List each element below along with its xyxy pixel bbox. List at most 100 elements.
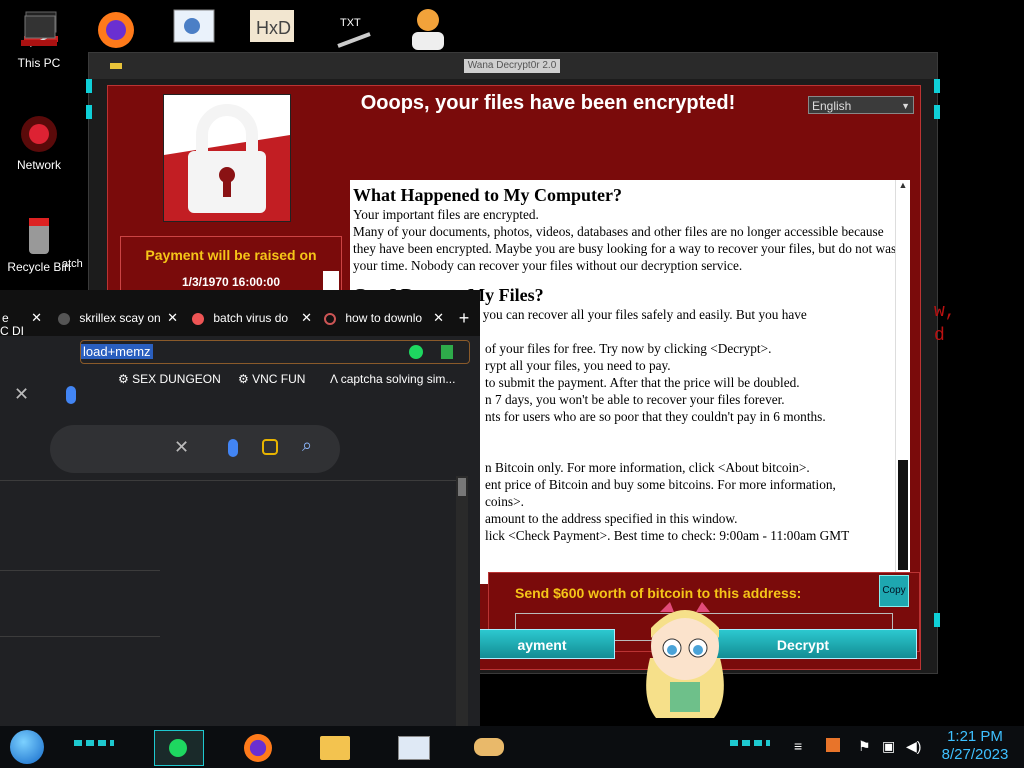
taskbar: ≡ ⚑ ▣ ◀) 1:21 PM 8/27/2023 bbox=[0, 726, 1024, 768]
bookmark-item[interactable]: ⚙ VNC FUN bbox=[238, 372, 305, 386]
language-value: English bbox=[812, 99, 852, 113]
language-select[interactable]: English ▼ bbox=[808, 96, 914, 114]
address-bar-row: C DI load+memz bbox=[0, 324, 480, 366]
svg-text:HxD: HxD bbox=[256, 18, 291, 38]
partial-text: C DI bbox=[0, 324, 24, 338]
app-tray-icon[interactable] bbox=[826, 738, 840, 752]
loading-icon bbox=[324, 312, 336, 325]
monitor-icon bbox=[398, 736, 430, 760]
bookmark-item[interactable]: ⚙ SEX DUNGEON bbox=[118, 372, 221, 386]
tab-label: e bbox=[2, 311, 9, 325]
computer-icon bbox=[21, 15, 57, 46]
divider bbox=[0, 570, 160, 571]
close-icon[interactable]: ✕ bbox=[31, 306, 42, 330]
mic-icon[interactable] bbox=[66, 386, 76, 404]
taskbar-accent bbox=[74, 740, 114, 746]
divider bbox=[0, 480, 456, 481]
address-bar[interactable]: load+memz bbox=[80, 340, 470, 364]
close-icon[interactable]: ✕ bbox=[167, 306, 178, 330]
clock-date: 8/27/2023 bbox=[941, 746, 1009, 763]
browser-window[interactable]: e ✕ skrillex scay on ✕ batch virus do ✕ … bbox=[0, 290, 480, 730]
taskbar-handshake[interactable] bbox=[466, 730, 514, 764]
body-text: Many of your documents, photos, videos, … bbox=[353, 224, 906, 273]
flag-icon[interactable]: ⚑ bbox=[858, 738, 871, 755]
text-scrollbar[interactable]: ▲ ▼ bbox=[895, 180, 910, 584]
google-search-box[interactable]: ✕ ⌕ bbox=[50, 425, 340, 473]
tab-strip: e ✕ skrillex scay on ✕ batch virus do ✕ … bbox=[0, 290, 480, 336]
volume-icon[interactable]: ◀) bbox=[906, 738, 921, 755]
bookmark-label: SEX DUNGEON bbox=[132, 372, 221, 386]
partial-icon-label: atch bbox=[62, 258, 83, 270]
frame-accent bbox=[86, 79, 92, 93]
spotify-icon bbox=[169, 739, 187, 757]
lens-icon[interactable] bbox=[262, 439, 278, 455]
start-button[interactable] bbox=[10, 730, 44, 764]
copy-button[interactable]: Copy bbox=[879, 575, 909, 607]
extension-icon[interactable] bbox=[409, 345, 423, 359]
scroll-up-icon[interactable]: ▲ bbox=[896, 180, 910, 192]
tab-label: how to downlo bbox=[345, 311, 423, 325]
body-text: Your important files are encrypted. bbox=[353, 207, 539, 222]
bookmark-label: VNC FUN bbox=[252, 372, 306, 386]
desktop-icon-network[interactable]: Network bbox=[4, 112, 74, 172]
page-scrollbar[interactable] bbox=[456, 476, 468, 730]
chevron-down-icon: ▼ bbox=[901, 101, 910, 111]
tab-4[interactable]: how to downlo ✕ bbox=[322, 306, 446, 330]
window-titlebar[interactable]: Wana Decrypt0r 2.0 bbox=[89, 53, 937, 79]
ransom-heading: Ooops, your files have been encrypted! bbox=[360, 92, 736, 114]
shield-icon[interactable] bbox=[441, 345, 453, 359]
window-title: Wana Decrypt0r 2.0 bbox=[464, 59, 560, 73]
taskbar-monitor[interactable] bbox=[390, 730, 438, 764]
network-icon bbox=[21, 116, 57, 152]
settings-desktop-icon[interactable] bbox=[172, 6, 222, 50]
bookmark-item[interactable]: Λ captcha solving sim... bbox=[330, 372, 455, 386]
bookmark-label: captcha solving sim... bbox=[340, 372, 456, 386]
firefox-desktop-icon[interactable] bbox=[92, 6, 142, 50]
tab-2[interactable]: skrillex scay on ✕ bbox=[56, 306, 180, 330]
globe-icon bbox=[58, 312, 70, 325]
background-text: w, bbox=[934, 302, 956, 322]
close-icon[interactable]: ✕ bbox=[301, 306, 312, 330]
clear-icon[interactable]: ✕ bbox=[174, 437, 189, 458]
taskbar-file-explorer[interactable] bbox=[312, 730, 360, 764]
network-tray-icon[interactable]: ▣ bbox=[882, 738, 895, 755]
search-icon[interactable]: ⌕ bbox=[302, 435, 312, 456]
divider bbox=[0, 636, 160, 637]
folder-icon bbox=[320, 736, 350, 760]
handshake-icon bbox=[474, 738, 504, 756]
scroll-thumb[interactable] bbox=[898, 460, 908, 570]
cartoon-character-image bbox=[630, 598, 740, 726]
frame-accent bbox=[934, 613, 940, 627]
clock-time: 1:21 PM bbox=[947, 728, 1003, 745]
user-desktop-icon[interactable] bbox=[406, 6, 456, 50]
desktop-icon-label: Network bbox=[16, 158, 61, 172]
check-payment-button[interactable]: ayment bbox=[469, 629, 615, 659]
close-icon[interactable]: ✕ bbox=[433, 306, 444, 330]
payment-raise-title: Payment will be raised on bbox=[145, 247, 317, 263]
desktop-icon-this-pc[interactable]: This PC bbox=[4, 10, 74, 70]
txt-desktop-icon[interactable]: TXT bbox=[330, 6, 380, 50]
hxd-desktop-icon[interactable]: HxD bbox=[248, 6, 298, 50]
tab-label: batch virus do bbox=[213, 311, 289, 325]
recycle-bin-icon bbox=[29, 218, 49, 254]
payment-raise-date: 1/3/1970 16:00:00 bbox=[181, 275, 281, 289]
system-clock[interactable]: 1:21 PM 8/27/2023 bbox=[930, 728, 1020, 764]
tab-label: skrillex scay on bbox=[79, 311, 161, 325]
clear-icon[interactable]: ✕ bbox=[14, 384, 29, 405]
section-heading: What Happened to My Computer? bbox=[353, 185, 622, 205]
app-key-icon bbox=[110, 63, 122, 69]
desktop-icon-label: This PC bbox=[17, 56, 61, 70]
new-tab-button[interactable]: + bbox=[452, 306, 476, 330]
taskbar-accent bbox=[730, 740, 770, 746]
chrome-icon bbox=[192, 312, 204, 325]
scroll-thumb[interactable] bbox=[458, 478, 466, 496]
background-text: d bbox=[934, 326, 945, 346]
taskbar-firefox[interactable] bbox=[236, 730, 284, 764]
tab-3[interactable]: batch virus do ✕ bbox=[190, 306, 314, 330]
taskbar-spotify[interactable] bbox=[154, 730, 204, 766]
padlock-icon bbox=[163, 94, 291, 222]
frame-accent bbox=[934, 79, 940, 93]
keyboard-icon[interactable]: ≡ bbox=[794, 738, 802, 754]
voice-search-icon[interactable] bbox=[228, 439, 238, 457]
frame-accent bbox=[934, 105, 940, 119]
